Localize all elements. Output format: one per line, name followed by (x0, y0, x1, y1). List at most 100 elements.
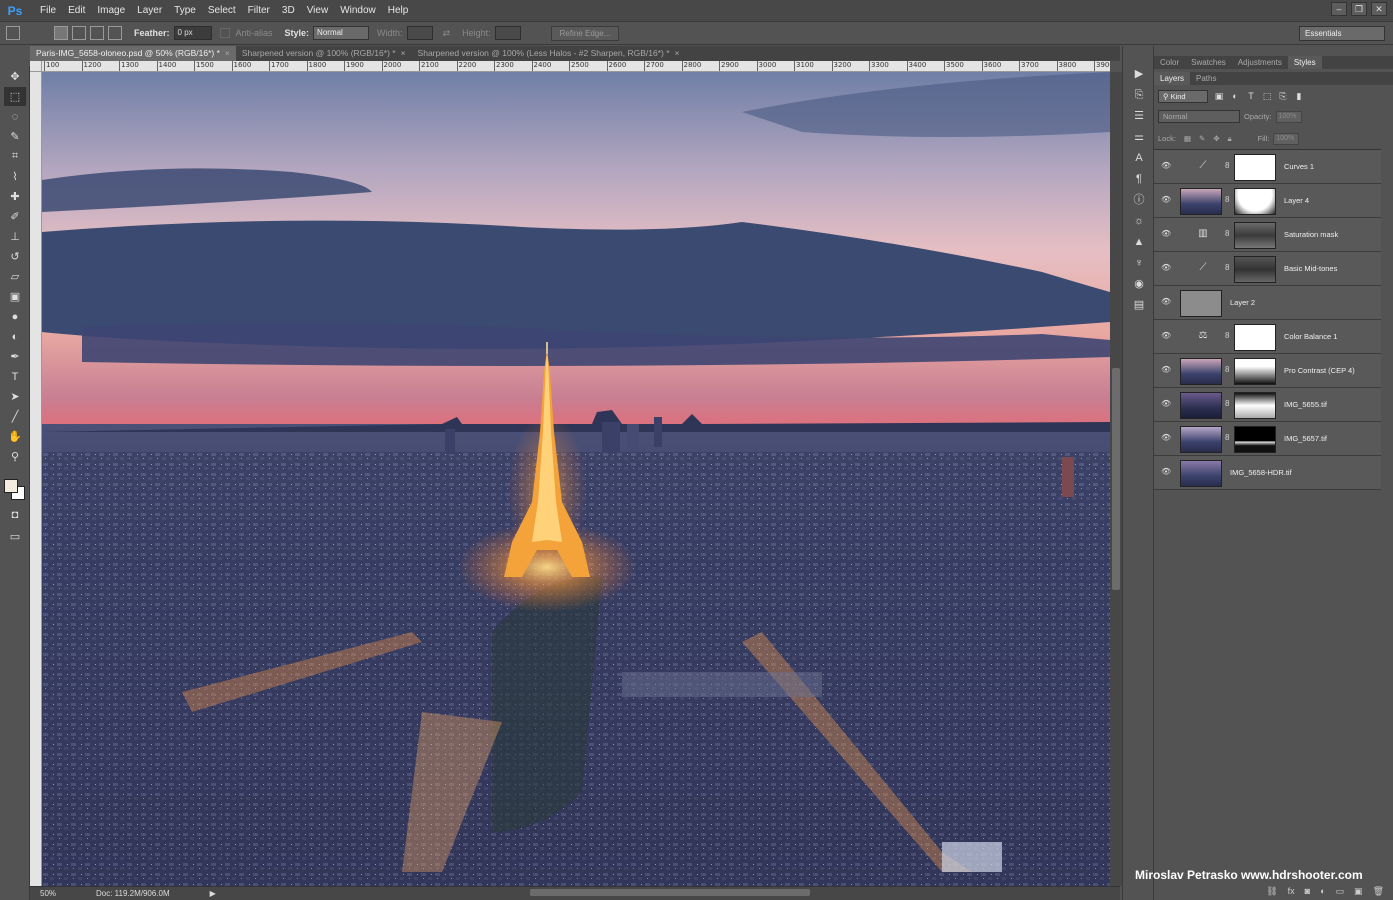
foreground-color-swatch[interactable] (4, 479, 18, 493)
marquee-tool-icon[interactable]: ⬚ (4, 87, 26, 106)
link-layers-icon[interactable]: ⛓ (1266, 886, 1277, 898)
chain-link-icon[interactable]: 8 (1225, 365, 1231, 376)
subtract-selection-icon[interactable] (90, 26, 104, 40)
chain-link-icon[interactable]: 8 (1225, 229, 1231, 240)
eye-icon[interactable]: 👁︎ (1161, 264, 1171, 272)
marquee-preset-icon[interactable] (6, 26, 20, 40)
blur-tool-icon[interactable]: ● (4, 307, 26, 326)
doc-tab-main[interactable]: Paris-IMG_5658-oloneo.psd @ 50% (RGB/16*… (30, 46, 236, 61)
minimize-button[interactable]: – (1331, 2, 1347, 16)
quick-select-tool-icon[interactable]: ✎ (4, 127, 26, 146)
path-select-tool-icon[interactable]: ➤ (4, 387, 26, 406)
trash-icon[interactable]: 🗑︎ (1373, 886, 1384, 898)
brush-tool-icon[interactable]: ✐ (4, 207, 26, 226)
style-select[interactable]: Normal (313, 26, 370, 40)
brightness-icon[interactable]: ☼ (1129, 213, 1149, 229)
menu-filter[interactable]: Filter (242, 0, 276, 22)
layer-row[interactable]: 👁︎ Layer 2 (1154, 286, 1381, 320)
layer-row[interactable]: 👁︎ ⚖ 8 Color Balance 1 (1154, 320, 1381, 354)
zoom-tool-icon[interactable]: ⚲ (4, 447, 26, 466)
layer-row[interactable]: 👁︎ 8 Pro Contrast (CEP 4) (1154, 354, 1381, 388)
line-tool-icon[interactable]: ╱ (4, 407, 26, 426)
eye-icon[interactable]: 👁︎ (1161, 230, 1171, 238)
properties-icon[interactable]: ☰ (1129, 108, 1149, 124)
tab-paths[interactable]: Paths (1190, 72, 1222, 85)
lock-transparent-icon[interactable]: ▦ (1184, 134, 1191, 143)
close-button[interactable]: ✕ (1371, 2, 1387, 16)
add-selection-icon[interactable] (72, 26, 86, 40)
horizontal-ruler[interactable]: 100 1200 1300 1400 1500 1600 1700 1800 1900 2000 2… (42, 61, 1110, 72)
filter-pixel-icon[interactable]: ▣ (1214, 91, 1224, 101)
eye-icon[interactable]: 👁︎ (1161, 332, 1171, 340)
swap-icon[interactable]: ⇄ (443, 28, 451, 39)
eye-icon[interactable]: 👁︎ (1161, 162, 1171, 170)
eraser-tool-icon[interactable]: ▱ (4, 267, 26, 286)
character-icon[interactable]: A (1129, 150, 1149, 166)
refine-edge-button[interactable]: Refine Edge... (550, 25, 620, 41)
layer-mask-thumbnail[interactable] (1234, 392, 1276, 419)
quick-mask-icon[interactable]: ◘ (4, 505, 26, 524)
layer-mask-thumbnail[interactable] (1234, 358, 1276, 385)
histogram-icon[interactable]: ▲ (1129, 234, 1149, 250)
eye-icon[interactable]: 👁︎ (1161, 468, 1171, 476)
lock-move-icon[interactable]: ✥ (1213, 134, 1219, 143)
opacity-input[interactable]: 100% (1275, 110, 1302, 123)
filter-smart-icon[interactable]: ⎘ (1278, 91, 1288, 101)
zoom-level[interactable]: 50% (30, 889, 56, 898)
chain-link-icon[interactable]: 8 (1225, 195, 1231, 206)
history-brush-tool-icon[interactable]: ↺ (4, 247, 26, 266)
lock-all-icon[interactable]: 🔒︎ (1228, 134, 1232, 144)
ruler-corner[interactable] (30, 61, 42, 72)
layer-row[interactable]: 👁︎ IMG_5658-HDR.tif (1154, 456, 1381, 490)
layer-thumbnail[interactable] (1180, 426, 1222, 453)
layer-row[interactable]: 👁︎ 8 IMG_5655.tif (1154, 388, 1381, 422)
layer-thumbnail[interactable] (1180, 290, 1222, 317)
chain-link-icon[interactable]: 8 (1225, 399, 1231, 410)
menu-help[interactable]: Help (382, 0, 415, 22)
eye-icon[interactable]: 👁︎ (1161, 366, 1171, 374)
feather-input[interactable]: 0 px (173, 26, 212, 40)
vertical-ruler[interactable] (30, 72, 42, 886)
eyedropper-tool-icon[interactable]: ⌇ (4, 167, 26, 186)
fill-input[interactable]: 100% (1273, 132, 1300, 145)
layer-row[interactable]: 👁︎ 8 IMG_5657.tif (1154, 422, 1381, 456)
layer-row[interactable]: 👁︎ 8 Layer 4 (1154, 184, 1381, 218)
layer-mask-thumbnail[interactable] (1234, 188, 1276, 215)
screen-mode-icon[interactable]: ▭ (4, 527, 26, 546)
restore-button[interactable]: ❐ (1351, 2, 1367, 16)
height-input[interactable] (494, 26, 521, 40)
layer-thumbnail[interactable] (1180, 392, 1222, 419)
tab-adjustments[interactable]: Adjustments (1232, 56, 1288, 69)
tab-close-icon[interactable]: × (225, 46, 230, 61)
layer-thumbnail[interactable] (1180, 358, 1222, 385)
eye-icon[interactable]: 👁︎ (1161, 400, 1171, 408)
tab-close-icon[interactable]: × (401, 46, 406, 61)
doc-tab-sharpened[interactable]: Sharpened version @ 100% (RGB/16*) * × (236, 46, 412, 61)
horizontal-scrollbar-thumb[interactable] (530, 889, 810, 896)
paragraph-icon[interactable]: ¶ (1129, 171, 1149, 187)
new-adjustment-icon[interactable]: ◐ (1320, 886, 1325, 898)
stamp-tool-icon[interactable]: ⊥ (4, 227, 26, 246)
play-action-icon[interactable]: ▶ (1129, 66, 1149, 82)
tool-presets-icon[interactable]: ▤ (1129, 297, 1149, 313)
type-tool-icon[interactable]: T (4, 367, 26, 386)
document-canvas[interactable] (42, 72, 1110, 886)
healing-tool-icon[interactable]: ✚ (4, 187, 26, 206)
tab-close-icon[interactable]: × (675, 46, 680, 61)
vertical-scrollbar-thumb[interactable] (1112, 368, 1120, 590)
pen-tool-icon[interactable]: ✒ (4, 347, 26, 366)
layer-mask-thumbnail[interactable] (1234, 222, 1276, 249)
filter-toggle-icon[interactable]: ▮ (1294, 91, 1304, 101)
layer-style-icon[interactable]: fx (1288, 886, 1295, 898)
menu-window[interactable]: Window (334, 0, 382, 22)
crop-tool-icon[interactable]: ⌗ (4, 147, 26, 166)
menu-layer[interactable]: Layer (131, 0, 168, 22)
layer-mask-thumbnail[interactable] (1234, 426, 1276, 453)
width-input[interactable] (406, 26, 433, 40)
new-layer-icon[interactable]: ▣ (1354, 886, 1363, 898)
tab-swatches[interactable]: Swatches (1185, 56, 1232, 69)
menu-view[interactable]: View (301, 0, 335, 22)
chain-link-icon[interactable]: 8 (1225, 331, 1231, 342)
new-group-icon[interactable]: ▭ (1336, 886, 1345, 898)
chain-link-icon[interactable]: 8 (1225, 161, 1231, 172)
